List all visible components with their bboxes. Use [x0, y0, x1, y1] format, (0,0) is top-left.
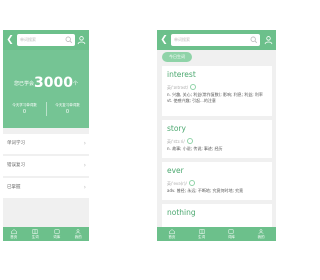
chevron-right-icon: ›	[83, 140, 86, 147]
top-bar: ❮ 单词搜索	[157, 30, 276, 50]
progress-banner: 您已学会3000个 今天学习单词数 0 今天复习单词数 0	[3, 50, 89, 128]
learned-count: 您已学会3000个	[14, 75, 78, 91]
library-icon	[54, 229, 60, 234]
user-icon	[258, 229, 264, 234]
definition: adv. 曾经; 永远; 不断地; 究竟何时地; 究竟	[167, 188, 244, 193]
search-icon[interactable]	[65, 36, 73, 44]
speaker-icon[interactable]	[188, 180, 195, 186]
nav-newwords[interactable]: 生词	[187, 227, 217, 241]
today-learn-stat: 今天学习单词数 0	[12, 103, 37, 115]
search-icon[interactable]	[250, 36, 258, 44]
search-placeholder: 单词搜索	[20, 37, 36, 42]
back-arrow-icon[interactable]: ❮	[160, 35, 168, 45]
user-icon[interactable]	[77, 35, 86, 45]
user-icon[interactable]	[264, 35, 273, 45]
nav-library[interactable]: 词库	[217, 227, 247, 241]
user-icon	[75, 229, 81, 234]
search-input[interactable]: 单词搜索	[17, 34, 75, 46]
learned-count-value: 3000	[34, 75, 73, 91]
home-icon	[169, 229, 175, 234]
menu-item-learn[interactable]: 单词学习 ›	[3, 134, 89, 154]
top-bar: ❮ 单词搜索	[3, 30, 89, 50]
speaker-icon[interactable]	[190, 84, 197, 90]
speaker-icon[interactable]	[186, 138, 193, 144]
nav-profile[interactable]: 我的	[246, 227, 276, 241]
phonetic: 英/ˈevə(r)/	[167, 180, 195, 187]
search-placeholder: 单词搜索	[174, 37, 190, 42]
word-text: interest	[167, 70, 196, 79]
nav-newwords[interactable]: 生词	[25, 227, 47, 241]
definition: n. 故事; 小说; 传说; 事迹; 经历	[167, 146, 223, 151]
bottom-nav: 首页 生词 词库 我的	[157, 227, 276, 241]
chevron-right-icon: ›	[83, 184, 86, 191]
word-card[interactable]: ever 英/ˈevə(r)/ adv. 曾经; 永远; 不断地; 究竟何时地;…	[162, 162, 272, 200]
new-words-screen: ❮ 单词搜索 今日生词 interest 英/ˈɪntrəst/ n. 兴趣, …	[157, 30, 276, 241]
phonetic: 英/ˈɪntrəst/	[167, 84, 197, 91]
home-icon	[11, 229, 17, 234]
search-input[interactable]: 单词搜索	[171, 34, 260, 46]
phonetic: 英/ˈstɔːri/	[167, 138, 193, 145]
bottom-nav: 首页 生词 词库 我的	[3, 227, 89, 241]
library-icon	[228, 229, 234, 234]
today-words-tag[interactable]: 今日生词	[162, 52, 192, 62]
word-card[interactable]: interest 英/ˈɪntrəst/ n. 兴趣, 关心; 利益(常作复数)…	[162, 66, 272, 116]
nav-library[interactable]: 词库	[46, 227, 68, 241]
nav-home[interactable]: 首页	[3, 227, 25, 241]
nav-profile[interactable]: 我的	[68, 227, 90, 241]
word-text: story	[167, 124, 186, 133]
definition: n. 兴趣, 关心; 利益(常作复数); 影响; 利息; 利益; 利率 vt. …	[167, 92, 263, 103]
book-icon	[199, 229, 205, 234]
book-icon	[32, 229, 38, 234]
back-arrow-icon[interactable]: ❮	[6, 35, 14, 45]
word-text: nothing	[167, 208, 196, 217]
word-card[interactable]: story 英/ˈstɔːri/ n. 故事; 小说; 传说; 事迹; 经历	[162, 120, 272, 158]
today-review-stat: 今天复习单词数 0	[55, 103, 80, 115]
word-card[interactable]: nothing	[162, 204, 272, 228]
home-screen: ❮ 单词搜索 您已学会3000个 今天学习单词数 0 今天复习单词数 0 单词学…	[3, 30, 89, 241]
word-text: ever	[167, 166, 184, 175]
nav-home[interactable]: 首页	[157, 227, 187, 241]
chevron-right-icon: ›	[83, 162, 86, 169]
menu-item-mastered[interactable]: 已掌握 ›	[3, 178, 89, 198]
menu-item-review[interactable]: 错误复习 ›	[3, 156, 89, 176]
